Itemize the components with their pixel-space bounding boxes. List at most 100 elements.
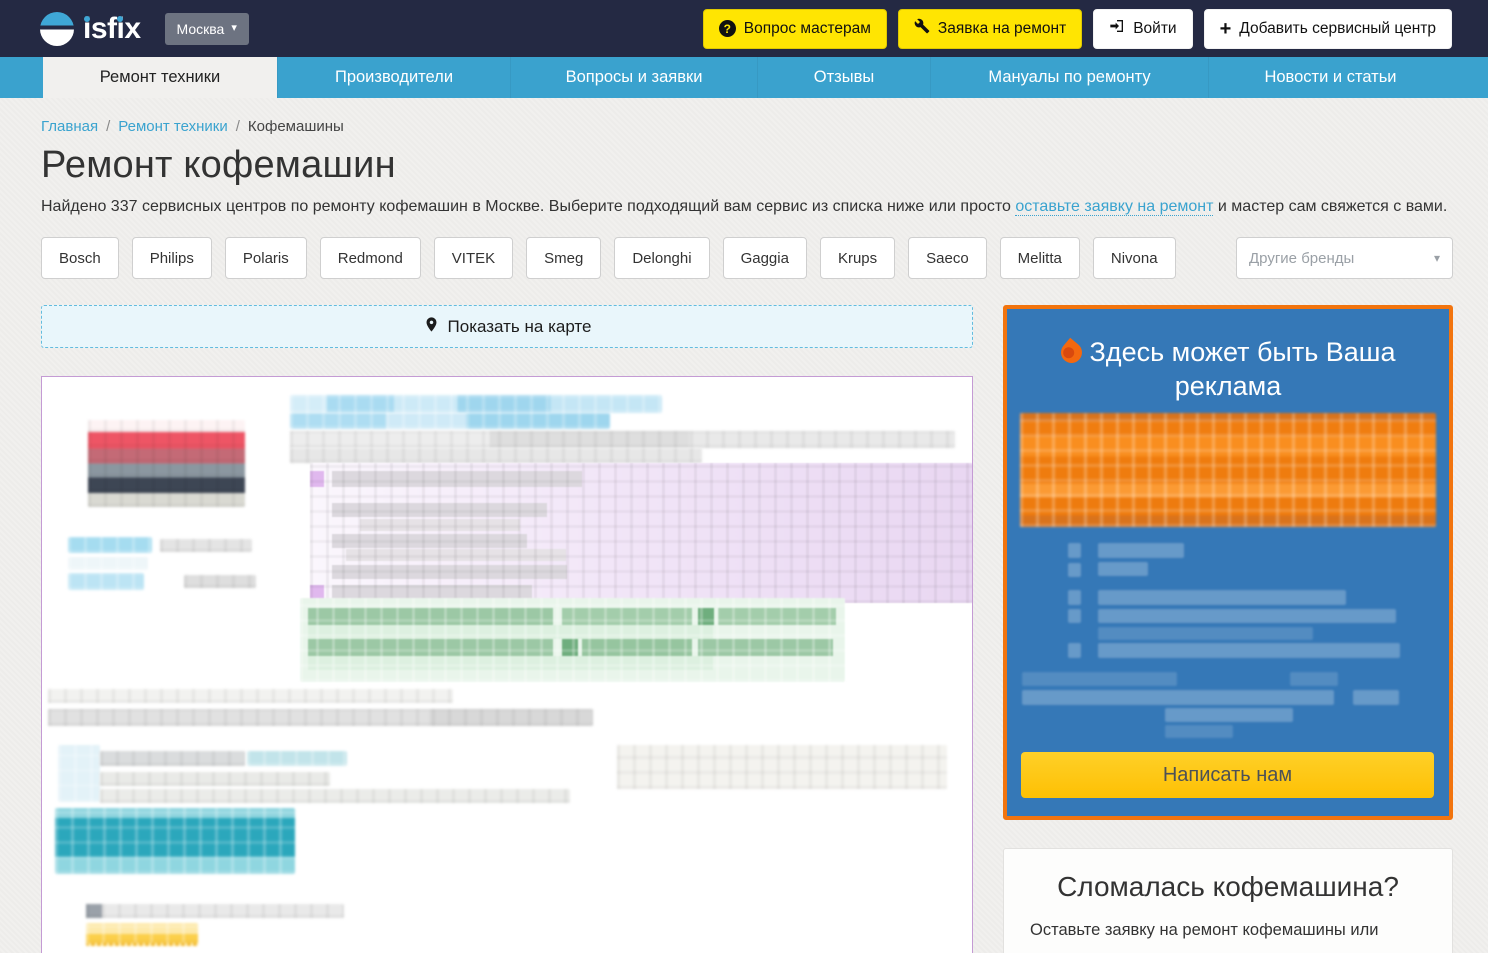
blurred-ad-bullet [1068,609,1081,623]
login-label: Войти [1133,20,1176,38]
blurred-ad-text [1022,672,1177,686]
logo[interactable]: isfix [40,12,141,46]
ad-title: Здесь может быть Ваша реклама [1037,336,1419,404]
blurred-service-title-2[interactable] [290,413,610,429]
blurred-text-line [247,751,347,766]
blurred-ad-text [1098,643,1400,658]
write-to-us-button[interactable]: Написать нам [1021,752,1434,798]
tab-reviews[interactable]: Отзывы [757,57,930,98]
logo-icon [40,12,74,46]
blurred-ad-bullet [1068,590,1081,605]
intro-before: Найдено 337 сервисных центров по ремонту… [41,198,1015,215]
blurred-text-line [48,709,593,726]
intro-after: и мастер сам свяжется с вами. [1213,198,1447,215]
blurred-ad-text [1098,590,1346,605]
brand-filter-row: Bosch Philips Polaris Redmond VITEK Smeg… [41,237,1453,279]
other-brands-placeholder: Другие бренды [1249,250,1354,267]
blurred-ad-bullet [1068,643,1081,658]
breadcrumb-separator: / [106,118,110,135]
blurred-patch [617,745,947,789]
blurred-ad-text [1022,690,1334,705]
blurred-ad-text [1098,609,1396,623]
breadcrumb-repair[interactable]: Ремонт техники [118,118,227,135]
blurred-ad-text [1098,543,1184,558]
nav-fill [1452,57,1488,98]
blurred-ad-bullet [1068,543,1081,558]
right-column: Здесь может быть Ваша реклама [1003,305,1453,953]
breadcrumb: Главная / Ремонт техники / Кофемашины [41,118,1453,135]
tab-questions[interactable]: Вопросы и заявки [510,57,757,98]
blurred-sidebar-strip [58,745,100,802]
advertisement-card: Здесь может быть Ваша реклама [1003,305,1453,820]
plus-icon: + [1220,19,1232,39]
add-service-center-label: Добавить сервисный центр [1239,20,1436,38]
intro-text: Найдено 337 сервисных центров по ремонту… [41,198,1453,216]
show-on-map-button[interactable]: Показать на карте [41,305,973,348]
brand-button-vitek[interactable]: VITEK [434,237,513,279]
left-column: Показать на карте [41,305,973,953]
ask-masters-button[interactable]: ? Вопрос мастерам [703,9,887,49]
repair-request-button[interactable]: Заявка на ремонт [898,9,1082,49]
show-on-map-label: Показать на карте [448,317,592,337]
main-nav: Ремонт техники Производители Вопросы и з… [0,57,1488,98]
broken-machine-text: Оставьте заявку на ремонт кофемашины или… [1030,917,1426,953]
blurred-review-line [86,904,344,918]
brand-button-bosch[interactable]: Bosch [41,237,119,279]
map-pin-icon [423,316,440,338]
blurred-text-line [100,751,245,766]
service-listing-card[interactable] [41,376,973,953]
brand-button-delonghi[interactable]: Delonghi [614,237,709,279]
blurred-rating-line [68,537,152,553]
caret-down-icon: ▾ [231,23,237,34]
question-circle-icon: ? [719,20,736,37]
tab-manuals[interactable]: Мануалы по ремонту [930,57,1208,98]
nav-spacer [0,57,43,98]
sign-in-icon [1109,18,1125,39]
tab-repair[interactable]: Ремонт техники [43,57,277,98]
blurred-ad-text [1098,562,1148,576]
breadcrumb-home[interactable]: Главная [41,118,98,135]
page-title: Ремонт кофемашин [41,144,1453,187]
brand-button-gaggia[interactable]: Gaggia [723,237,807,279]
blurred-ad-bullet [1068,563,1081,577]
brand-button-philips[interactable]: Philips [132,237,212,279]
blurred-ad-text [1290,672,1338,686]
tab-news[interactable]: Новости и статьи [1208,57,1452,98]
brand-button-redmond[interactable]: Redmond [320,237,421,279]
brand-button-melitta[interactable]: Melitta [1000,237,1080,279]
content: Главная / Ремонт техники / Кофемашины Ре… [0,98,1488,953]
brand-button-saeco[interactable]: Saeco [908,237,987,279]
breadcrumb-current: Кофемашины [248,118,344,135]
blurred-ad-text [1098,627,1313,640]
city-selector-button[interactable]: Москва ▾ [165,13,249,45]
ask-masters-label: Вопрос мастерам [744,20,871,38]
blurred-description-panel [310,463,973,603]
city-selector-label: Москва [177,21,225,37]
blurred-ad-banner[interactable] [1020,413,1436,527]
blurred-text-line [68,557,148,570]
repair-request-label: Заявка на ремонт [938,20,1066,38]
leave-request-link[interactable]: оставьте заявку на ремонт [1015,198,1213,216]
blurred-text-line [48,689,453,703]
blurred-action-button[interactable] [55,808,295,874]
broken-machine-text-line1: Оставьте заявку на ремонт кофемашины или… [1030,917,1426,953]
brand-button-nivona[interactable]: Nivona [1093,237,1176,279]
blurred-text-line [290,431,955,448]
broken-machine-title: Сломалась кофемашина? [1030,871,1426,903]
ad-title-text: Здесь может быть Ваша реклама [1090,337,1396,401]
blurred-ad-text [1165,725,1233,738]
breadcrumb-separator: / [236,118,240,135]
header: isfix Москва ▾ ? Вопрос мастерам Заявка … [0,0,1488,57]
add-service-center-button[interactable]: + Добавить сервисный центр [1204,9,1452,49]
other-brands-select[interactable]: Другие бренды ▾ [1236,237,1453,279]
blurred-service-title[interactable] [290,395,662,413]
blurred-ad-text [1353,690,1399,705]
brand-button-krups[interactable]: Krups [820,237,895,279]
chevron-down-icon: ▾ [1434,251,1440,265]
brand-button-polaris[interactable]: Polaris [225,237,307,279]
tab-manufacturers[interactable]: Производители [277,57,510,98]
brand-button-smeg[interactable]: Smeg [526,237,601,279]
blurred-text-line [184,575,256,588]
blurred-ad-text [1165,708,1293,722]
login-button[interactable]: Войти [1093,9,1192,49]
